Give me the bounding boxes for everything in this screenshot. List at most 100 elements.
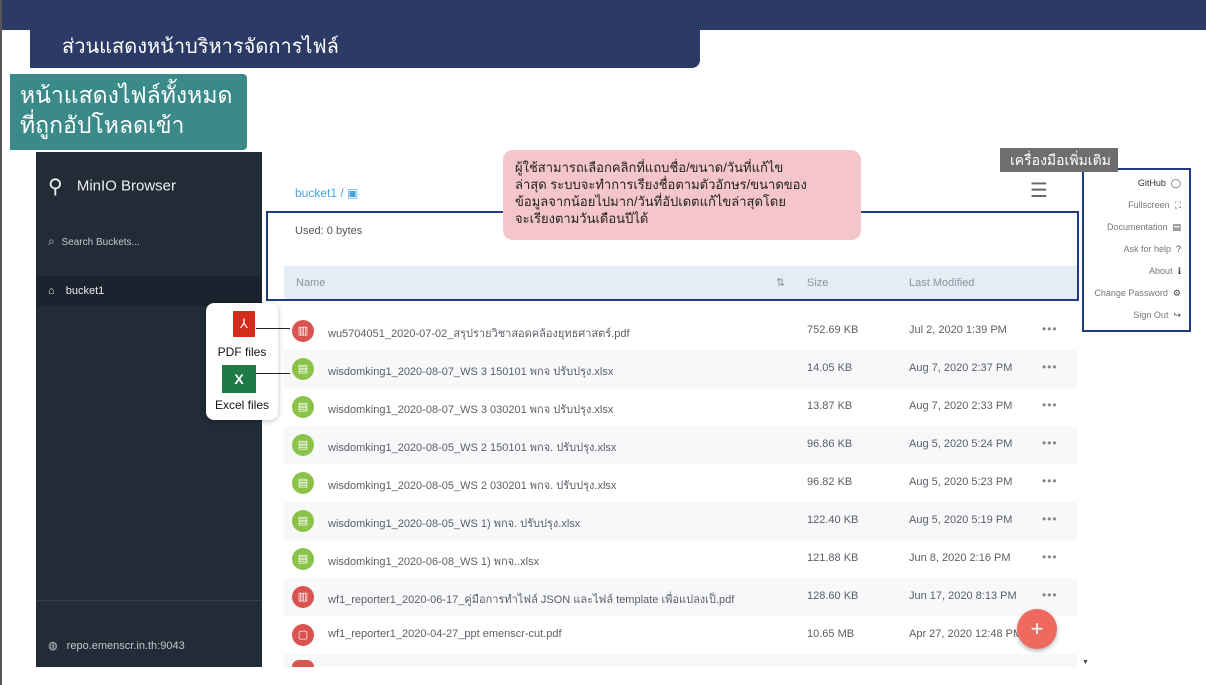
- help-icon: ?: [1175, 244, 1181, 254]
- callout-line: จะเรียงตามวันเดือนปีได้: [515, 211, 649, 226]
- file-name[interactable]: wf1_reporter1_2020-04-27_ppt emenscr-cut…: [328, 628, 562, 640]
- file-name[interactable]: wisdomking1_2020-08-07_WS 3 150101 พกจ ป…: [328, 362, 613, 380]
- file-name[interactable]: wisdomking1_2020-08-05_WS 2 150101 พกจ. …: [328, 438, 616, 456]
- menu-item-documentation[interactable]: Documentation ▤: [1107, 222, 1181, 233]
- menu-label: Change Password: [1094, 288, 1168, 298]
- slide: { "slide": { "title": "ส่วนแสดงหน้าบริหา…: [0, 0, 1206, 685]
- excel-file-icon: ▤: [292, 358, 314, 380]
- table-row[interactable]: ▤ wisdomking1_2020-08-05_WS 2 030201 พกจ…: [284, 464, 1077, 502]
- tools-label: เครื่องมือเพิ่มเติม: [1000, 148, 1118, 172]
- file-modified: Aug 5, 2020 5:24 PM: [909, 438, 1013, 450]
- file-modified: Aug 7, 2020 2:37 PM: [909, 362, 1013, 374]
- sidebar-divider: [36, 600, 262, 601]
- gear-icon: ⚙: [1172, 288, 1181, 298]
- add-fab-button[interactable]: +: [1017, 609, 1057, 649]
- excel-file-icon: ▤: [292, 510, 314, 532]
- file-size: 13.87 KB: [807, 400, 853, 412]
- file-size: 121.88 KB: [807, 552, 859, 564]
- excel-logo-icon: X: [222, 365, 256, 393]
- pdf-file-icon: [292, 660, 314, 667]
- file-size: 122.40 KB: [807, 514, 859, 526]
- fullscreen-icon: ⛶: [1174, 200, 1181, 210]
- more-icon[interactable]: •••: [1042, 322, 1058, 336]
- file-modified: Jun 8, 2020 2:16 PM: [909, 552, 1011, 564]
- menu-label: About: [1149, 266, 1173, 276]
- breadcrumb-bucket[interactable]: bucket1 /: [295, 186, 344, 200]
- pdf-logo-icon: ⅄: [233, 311, 255, 337]
- bucket-icon: ⌂: [48, 285, 55, 297]
- file-modified: Aug 5, 2020 5:19 PM: [909, 514, 1013, 526]
- more-icon[interactable]: •••: [1042, 588, 1058, 602]
- globe-icon: ◍: [48, 640, 58, 652]
- file-name[interactable]: wisdomking1_2020-06-08_WS 1) พกจ..xlsx: [328, 552, 539, 570]
- file-name[interactable]: wisdomking1_2020-08-05_WS 2 030201 พกจ. …: [328, 476, 616, 494]
- file-name[interactable]: wisdomking1_2020-08-05_WS 1) พกจ. ปรับปร…: [328, 514, 580, 532]
- callout-line: ผู้ใช้สามารถเลือกคลิกที่แถบชื่อ/ขนาด/วัน…: [515, 160, 784, 175]
- table-row[interactable]: ▥ wu5704051_2020-07-02_สรุปรายวิชาสอดคล้…: [284, 312, 1077, 350]
- top-band: [2, 0, 1206, 30]
- file-size: 96.82 KB: [807, 476, 853, 488]
- file-name[interactable]: wf1_reporter1_2020-06-17_คู่มือการทำไฟล์…: [328, 590, 734, 608]
- more-icon[interactable]: •••: [1042, 474, 1058, 488]
- more-icon[interactable]: •••: [1042, 436, 1058, 450]
- more-icon[interactable]: •••: [1042, 550, 1058, 564]
- file-type-legend: ⅄ PDF files X Excel files: [206, 303, 278, 420]
- excel-caption: Excel files: [214, 398, 270, 412]
- app-name: MinIO Browser: [76, 177, 177, 195]
- menu-item-help[interactable]: Ask for help?: [1123, 244, 1181, 254]
- search-input[interactable]: Search Buckets...: [62, 237, 140, 248]
- more-icon[interactable]: •••: [1042, 360, 1058, 374]
- more-icon[interactable]: •••: [1042, 512, 1058, 526]
- app-logo[interactable]: ⚲ MinIO Browser: [48, 174, 176, 199]
- host-label: repo.emenscr.in.th:9043: [66, 640, 185, 652]
- github-icon: ◯: [1170, 178, 1181, 188]
- menu-item-about[interactable]: About ℹ: [1149, 266, 1181, 277]
- table-row[interactable]: ▤ wisdomking1_2020-08-05_WS 2 150101 พกจ…: [284, 426, 1077, 464]
- sidebar-item-bucket1[interactable]: ⌂ bucket1: [36, 276, 262, 306]
- table-row[interactable]: ▤ wisdomking1_2020-08-07_WS 3 150101 พกจ…: [284, 350, 1077, 388]
- excel-connector-line: [256, 373, 290, 374]
- file-size: 752.69 KB: [807, 324, 859, 336]
- minio-logo-icon: ⚲: [48, 176, 63, 198]
- table-row[interactable]: ▤ wisdomking1_2020-06-08_WS 1) พกจ..xlsx…: [284, 540, 1077, 578]
- file-name[interactable]: wu5704051_2020-07-02_สรุปรายวิชาสอดคล้อง…: [328, 324, 630, 342]
- pdf-file-icon: ▢: [292, 624, 314, 646]
- host-info: ◍ repo.emenscr.in.th:9043: [48, 639, 185, 652]
- pdf-file-icon: ▥: [292, 586, 314, 608]
- bucket-search[interactable]: ⌕ Search Buckets...: [48, 234, 140, 249]
- section-label-line1: หน้าแสดงไฟล์ทั้งหมด: [20, 82, 233, 108]
- file-size: 128.60 KB: [807, 590, 859, 602]
- excel-file-icon: ▤: [292, 396, 314, 418]
- file-modified: Jul 2, 2020 1:39 PM: [909, 324, 1007, 336]
- excel-file-icon: ▤: [292, 434, 314, 456]
- file-modified: Apr 27, 2020 12:48 PM: [909, 628, 1023, 640]
- menu-label: Ask for help: [1123, 244, 1171, 254]
- new-folder-icon[interactable]: ▣: [347, 186, 358, 200]
- menu-item-change-password[interactable]: Change Password ⚙: [1094, 288, 1181, 299]
- slide-title: ส่วนแสดงหน้าบริหารจัดการไฟล์: [30, 28, 700, 68]
- file-modified: Jun 17, 2020 8:13 PM: [909, 590, 1017, 602]
- menu-item-github[interactable]: GitHub ◯: [1138, 178, 1181, 189]
- bucket-label: bucket1: [65, 285, 105, 297]
- slide-edge: [0, 0, 2, 685]
- callout-line: ล่าสุด ระบบจะทำการเรียงชื่อตามตัวอักษร/ข…: [515, 177, 807, 192]
- file-size: 10.65 MB: [807, 628, 855, 640]
- table-row[interactable]: ▥ wf1_reporter1_2020-06-17_คู่มือการทำไฟ…: [284, 578, 1077, 616]
- file-name[interactable]: wisdomking1_2020-08-07_WS 3 030201 พกจ ป…: [328, 400, 613, 418]
- more-icon[interactable]: •••: [1042, 398, 1058, 412]
- table-row[interactable]: ▢ wf1_reporter1_2020-04-27_ppt emenscr-c…: [284, 616, 1077, 654]
- menu-item-sign-out[interactable]: Sign Out ↪: [1133, 310, 1181, 321]
- breadcrumb[interactable]: bucket1 / ▣: [295, 186, 358, 200]
- sort-explanation-callout: ผู้ใช้สามารถเลือกคลิกที่แถบชื่อ/ขนาด/วัน…: [503, 150, 861, 240]
- excel-file-icon: ▤: [292, 472, 314, 494]
- menu-label: Documentation: [1106, 222, 1168, 232]
- menu-label: GitHub: [1137, 178, 1166, 188]
- documentation-icon: ▤: [1172, 222, 1181, 232]
- menu-item-fullscreen[interactable]: Fullscreen ⛶: [1128, 200, 1181, 211]
- table-row[interactable]: ▤ wisdomking1_2020-08-05_WS 1) พกจ. ปรับ…: [284, 502, 1077, 540]
- scroll-down-icon[interactable]: ▼: [1082, 659, 1089, 666]
- hamburger-menu-icon[interactable]: ☰: [1030, 178, 1048, 203]
- menu-label: Sign Out: [1133, 310, 1169, 320]
- table-row[interactable]: ▤ wisdomking1_2020-08-07_WS 3 030201 พกจ…: [284, 388, 1077, 426]
- file-size: 14.05 KB: [807, 362, 853, 374]
